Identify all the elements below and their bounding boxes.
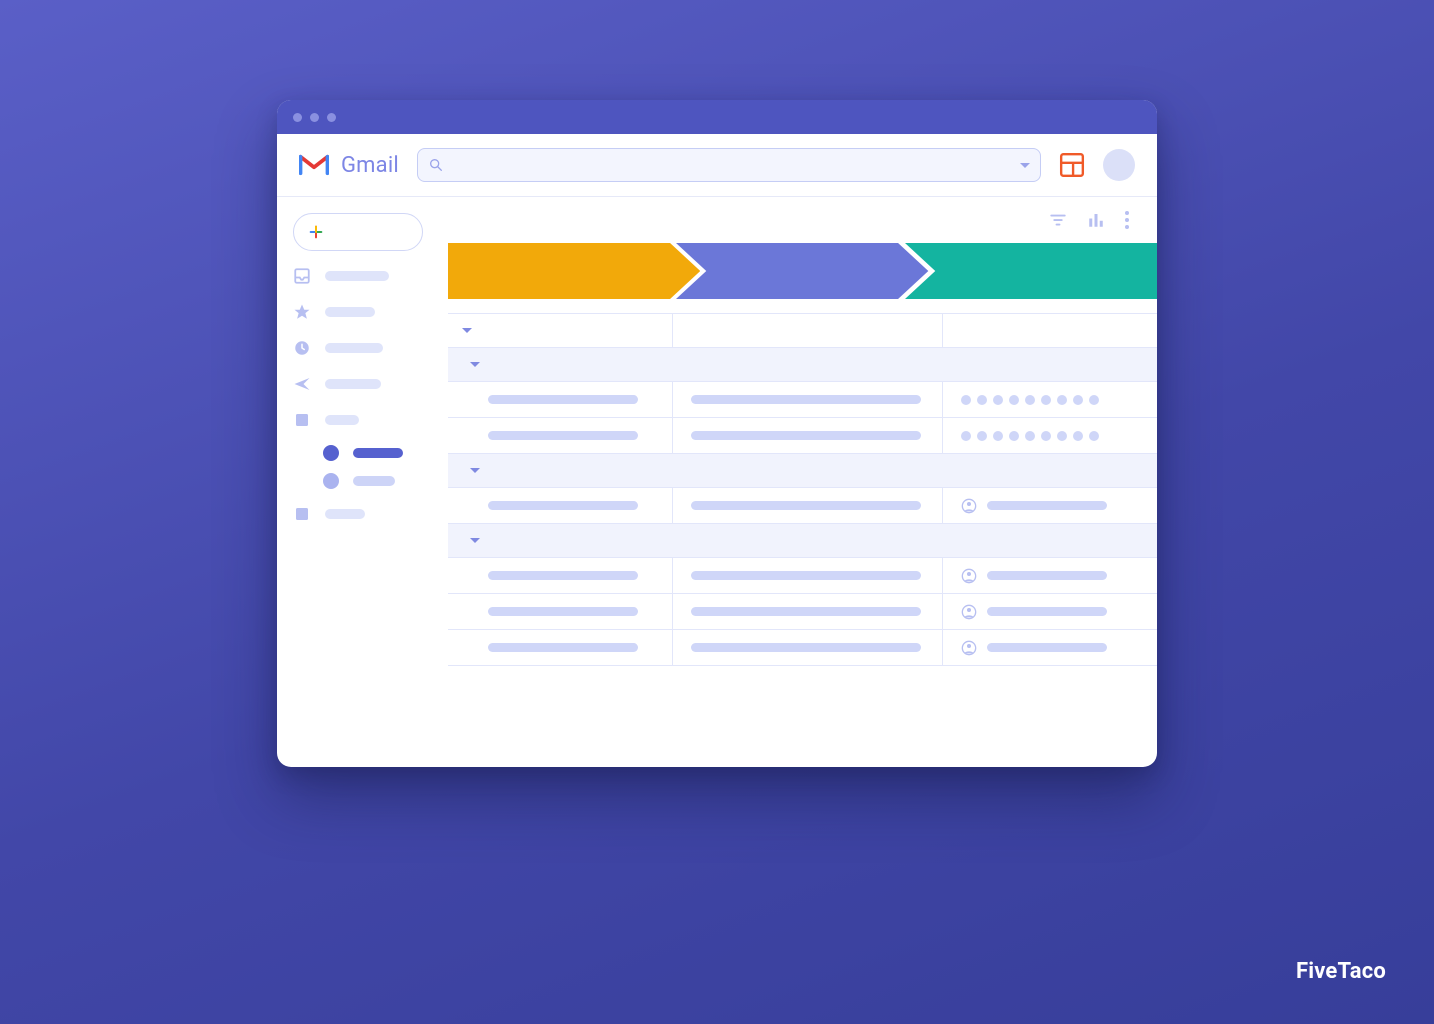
placeholder-text <box>691 501 921 510</box>
pipeline-stage[interactable] <box>905 243 1157 299</box>
sidebar-item-label <box>353 476 395 486</box>
table-row[interactable] <box>448 594 1157 630</box>
placeholder-text <box>987 571 1107 580</box>
placeholder-text <box>691 643 921 652</box>
square-icon <box>293 411 311 429</box>
sidebar-item-label <box>353 448 403 458</box>
data-grid <box>448 313 1157 666</box>
user-icon <box>961 640 977 656</box>
chevron-down-icon[interactable] <box>1020 163 1030 168</box>
pipeline-stage[interactable] <box>448 243 700 299</box>
caret-down-icon <box>462 328 472 333</box>
sidebar-nested-item[interactable] <box>323 473 435 489</box>
watermark: FiveTaco <box>1296 959 1386 984</box>
sidebar-item-label <box>325 343 383 353</box>
avatar[interactable] <box>1103 149 1135 181</box>
plus-icon <box>308 224 324 240</box>
sidebar-item-label <box>325 271 389 281</box>
sidebar-item-label <box>325 307 375 317</box>
app-name: Gmail <box>341 153 399 178</box>
placeholder-text <box>488 607 638 616</box>
window-min-icon[interactable] <box>310 113 319 122</box>
grid-section-header[interactable] <box>448 348 1157 382</box>
sidebar-item-snoozed[interactable] <box>293 337 435 359</box>
app-logo[interactable]: Gmail <box>299 153 399 178</box>
user-icon <box>961 498 977 514</box>
placeholder-text <box>691 395 921 404</box>
sidebar-item-starred[interactable] <box>293 301 435 323</box>
placeholder-text <box>691 431 921 440</box>
search-icon <box>428 157 444 173</box>
label-dot-icon <box>323 445 339 461</box>
star-icon <box>293 303 311 321</box>
app-header: Gmail <box>277 134 1157 197</box>
status-dots <box>961 395 1099 405</box>
main-panel <box>447 197 1157 767</box>
column-header[interactable] <box>448 314 673 347</box>
label-dot-icon <box>323 473 339 489</box>
send-icon <box>293 375 311 393</box>
placeholder-text <box>488 501 638 510</box>
grid-header-row <box>448 314 1157 348</box>
placeholder-text <box>691 607 921 616</box>
sidebar-item-label <box>325 415 359 425</box>
placeholder-text <box>488 395 638 404</box>
gmail-icon <box>299 153 329 177</box>
sidebar-item-label <box>325 509 365 519</box>
clock-icon <box>293 339 311 357</box>
column-header[interactable] <box>673 314 943 347</box>
placeholder-text <box>987 607 1107 616</box>
placeholder-text <box>488 431 638 440</box>
window-controls[interactable] <box>293 113 336 122</box>
window-titlebar <box>277 100 1157 134</box>
window-max-icon[interactable] <box>327 113 336 122</box>
status-dots <box>961 431 1099 441</box>
grid-section-header[interactable] <box>448 524 1157 558</box>
sidebar-item-category[interactable] <box>293 503 435 525</box>
search-input[interactable] <box>417 148 1041 182</box>
window-close-icon[interactable] <box>293 113 302 122</box>
sidebar-item-sent[interactable] <box>293 373 435 395</box>
stats-icon[interactable] <box>1087 211 1105 229</box>
browser-window: Gmail <box>277 100 1157 767</box>
table-row[interactable] <box>448 418 1157 454</box>
header-actions <box>1059 149 1135 181</box>
placeholder-text <box>488 571 638 580</box>
sidebar-item-inbox[interactable] <box>293 265 435 287</box>
inbox-icon <box>293 267 311 285</box>
caret-down-icon <box>470 468 480 473</box>
placeholder-text <box>987 643 1107 652</box>
compose-button[interactable] <box>293 213 423 251</box>
sidebar-item-category[interactable] <box>293 409 435 431</box>
table-row[interactable] <box>448 488 1157 524</box>
placeholder-text <box>691 571 921 580</box>
sidebar-item-label <box>325 379 381 389</box>
table-row[interactable] <box>448 382 1157 418</box>
main-toolbar <box>448 211 1157 243</box>
pipeline-stages <box>448 243 1157 299</box>
pipeline-stage[interactable] <box>676 243 928 299</box>
placeholder-text <box>987 501 1107 510</box>
square-icon <box>293 505 311 523</box>
app-grid-icon[interactable] <box>1059 152 1085 178</box>
user-icon <box>961 604 977 620</box>
sidebar-nested-group <box>293 445 435 489</box>
filter-icon[interactable] <box>1049 211 1067 229</box>
placeholder-text <box>488 643 638 652</box>
table-row[interactable] <box>448 630 1157 666</box>
caret-down-icon <box>470 538 480 543</box>
user-icon <box>961 568 977 584</box>
column-header[interactable] <box>943 314 1157 347</box>
table-row[interactable] <box>448 558 1157 594</box>
sidebar-nested-item[interactable] <box>323 445 435 461</box>
more-icon[interactable] <box>1125 211 1129 229</box>
sidebar <box>277 197 447 767</box>
caret-down-icon <box>470 362 480 367</box>
grid-section-header[interactable] <box>448 454 1157 488</box>
